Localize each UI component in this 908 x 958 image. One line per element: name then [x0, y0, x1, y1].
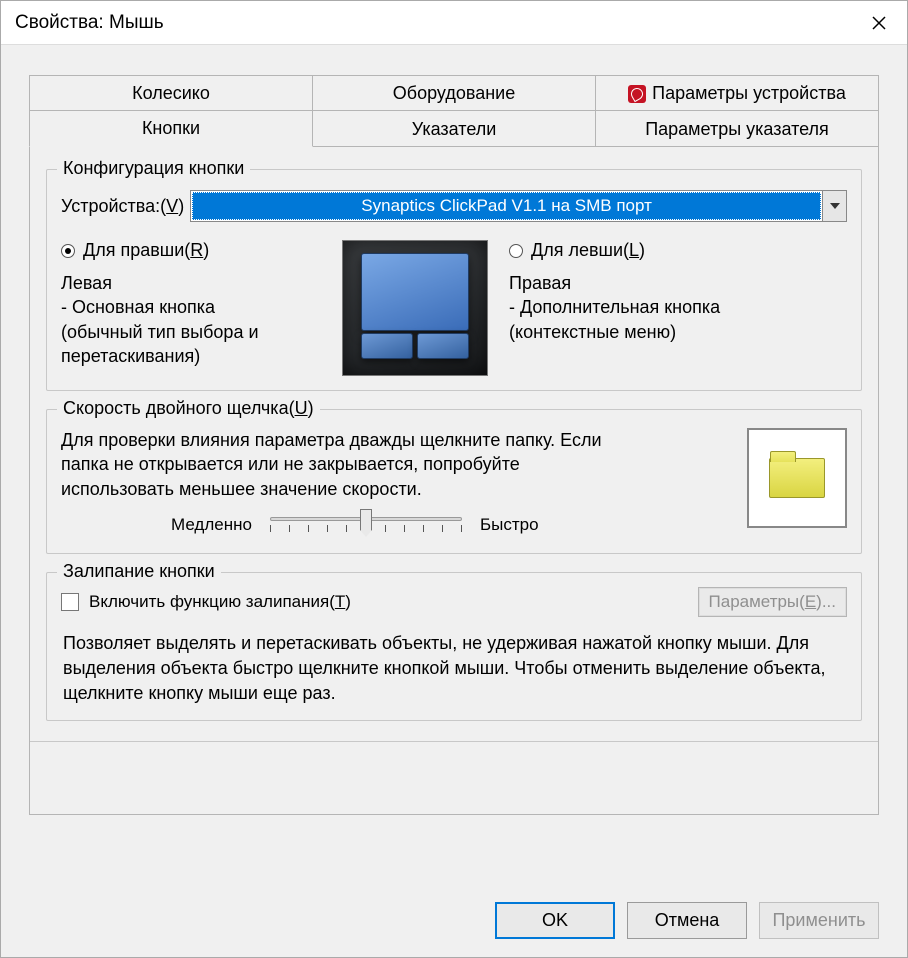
sticky-description: Позволяет выделять и перетаскивать объек…	[61, 631, 847, 707]
tab-label: Оборудование	[393, 83, 515, 104]
dropdown-button[interactable]	[822, 191, 846, 221]
cancel-button[interactable]: Отмена	[627, 902, 747, 939]
device-selected: Synaptics ClickPad V1.1 на SMB порт	[192, 192, 821, 220]
group-sticky: Залипание кнопки Включить функцию залипа…	[46, 572, 862, 722]
slider-thumb[interactable]	[360, 509, 372, 531]
device-dropdown[interactable]: Synaptics ClickPad V1.1 на SMB порт	[190, 190, 847, 222]
tab-device-params[interactable]: Параметры устройства	[596, 75, 879, 111]
speed-slider-row: Медленно Быстро	[171, 511, 731, 539]
touchpad-right-button	[417, 333, 469, 359]
checkbox-icon	[61, 593, 79, 611]
radio-left-handed[interactable]: Для левши(L)	[509, 240, 847, 261]
dialog-buttons: OK Отмена Применить	[495, 902, 879, 939]
radio-label: Для левши(L)	[531, 240, 645, 261]
left-handed-col: Для левши(L) Правая - Дополнительная кно…	[509, 240, 847, 376]
sticky-params-button: Параметры(Е)...	[698, 587, 847, 617]
left-button-desc: Левая - Основная кнопка (обычный тип выб…	[61, 271, 321, 368]
doubleclick-text: Для проверки влияния параметра дважды ще…	[61, 428, 621, 501]
device-row: Устройства:(V) Synaptics ClickPad V1.1 н…	[61, 190, 847, 222]
tab-wheel[interactable]: Колесико	[29, 75, 313, 111]
touchpad-illustration	[342, 240, 488, 376]
tabs: Колесико Оборудование Параметры устройст…	[29, 75, 879, 815]
window-title: Свойства: Мышь	[15, 12, 164, 34]
tab-label: Колесико	[132, 83, 210, 104]
radio-right-handed[interactable]: Для правши(R)	[61, 240, 321, 261]
tab-pointer-options[interactable]: Параметры указателя	[596, 110, 879, 147]
speed-slider[interactable]	[266, 511, 466, 539]
right-button-desc: Правая - Дополнительная кнопка (контекст…	[509, 271, 847, 344]
checkbox-label: Включить функцию залипания(Т)	[89, 592, 351, 612]
group-button-config: Конфигурация кнопки Устройства:(V) Synap…	[46, 169, 862, 391]
radio-icon	[509, 244, 523, 258]
radio-label: Для правши(R)	[83, 240, 209, 261]
right-handed-col: Для правши(R) Левая - Основная кнопка (о…	[61, 240, 321, 376]
chevron-down-icon	[830, 203, 840, 209]
tab-label: Параметры устройства	[652, 83, 846, 104]
doubleclick-row: Для проверки влияния параметра дважды ще…	[61, 428, 847, 539]
tab-label: Кнопки	[142, 118, 200, 139]
group-title-sticky: Залипание кнопки	[57, 561, 221, 582]
close-icon	[871, 15, 887, 31]
content-area: Колесико Оборудование Параметры устройст…	[1, 45, 907, 957]
fast-label: Быстро	[480, 515, 539, 535]
folder-icon	[769, 458, 825, 498]
tab-buttons[interactable]: Кнопки	[29, 110, 313, 147]
titlebar: Свойства: Мышь	[1, 1, 907, 45]
sticky-checkbox[interactable]: Включить функцию залипания(Т)	[61, 592, 351, 612]
radio-icon	[61, 244, 75, 258]
slow-label: Медленно	[171, 515, 252, 535]
apply-button: Применить	[759, 902, 879, 939]
synaptics-icon	[628, 85, 646, 103]
tab-label: Указатели	[412, 119, 497, 140]
tab-pointers[interactable]: Указатели	[313, 110, 596, 147]
close-button[interactable]	[851, 1, 907, 45]
sticky-checkbox-row: Включить функцию залипания(Т) Параметры(…	[61, 587, 847, 617]
tab-label: Параметры указателя	[645, 119, 829, 140]
ok-button[interactable]: OK	[495, 902, 615, 939]
group-title-doubleclick: Скорость двойного щелчка(U)	[57, 398, 320, 419]
touchpad-surface	[361, 253, 469, 331]
test-folder-box[interactable]	[747, 428, 847, 528]
touchpad-left-button	[361, 333, 413, 359]
tab-row-front: Кнопки Указатели Параметры указателя	[29, 110, 879, 147]
doubleclick-left: Для проверки влияния параметра дважды ще…	[61, 428, 731, 539]
tab-hardware[interactable]: Оборудование	[313, 75, 596, 111]
tab-body: Конфигурация кнопки Устройства:(V) Synap…	[29, 146, 879, 815]
touchpad-illustration-wrap	[335, 240, 495, 376]
group-double-click: Скорость двойного щелчка(U) Для проверки…	[46, 409, 862, 554]
device-label: Устройства:(V)	[61, 196, 184, 217]
group-title-config: Конфигурация кнопки	[57, 158, 250, 179]
tab-row-back: Колесико Оборудование Параметры устройст…	[29, 75, 879, 111]
hand-config-row: Для правши(R) Левая - Основная кнопка (о…	[61, 240, 847, 376]
